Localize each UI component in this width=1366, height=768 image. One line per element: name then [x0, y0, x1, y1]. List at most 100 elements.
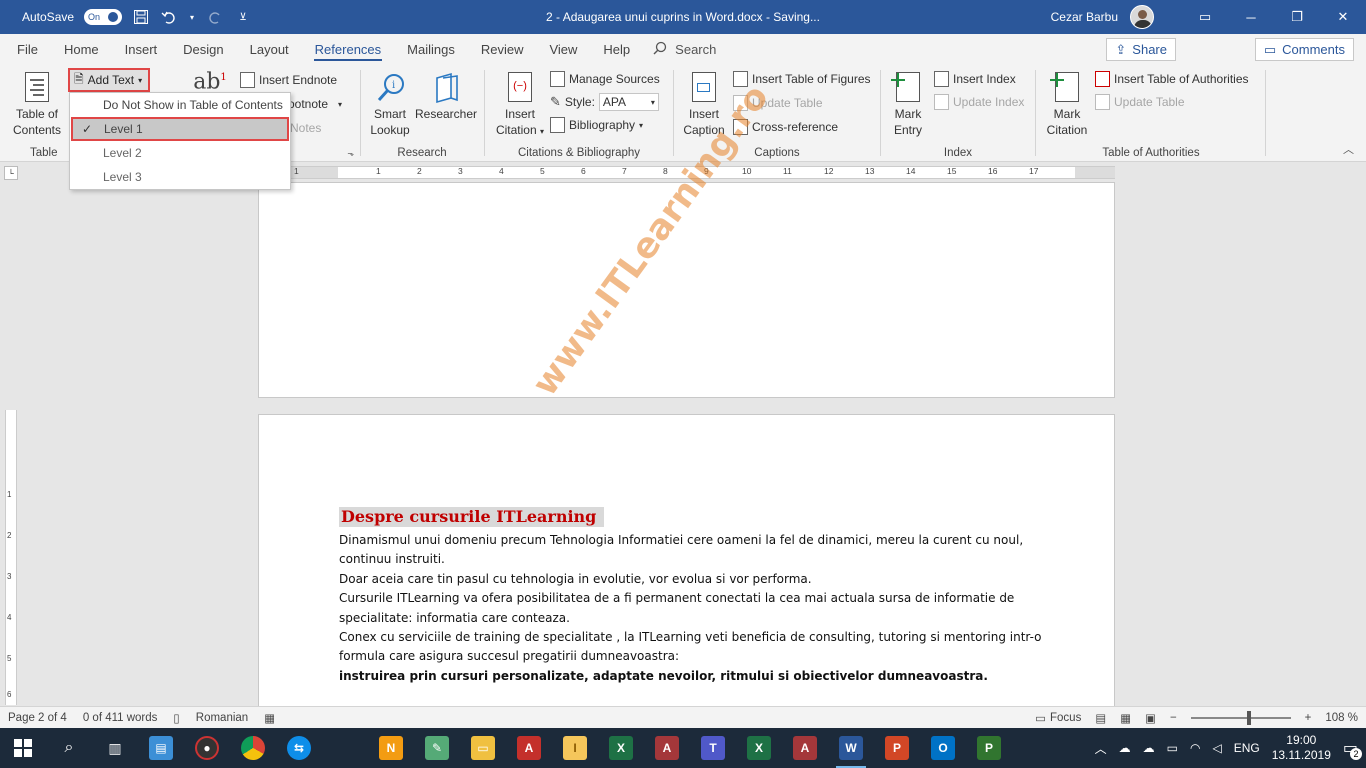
onedrive-icon[interactable]: ☁ — [1119, 741, 1131, 755]
update-table-button[interactable]: Update Table — [733, 93, 823, 113]
paragraph[interactable]: Dinamismul unui domeniu precum Tehnologi… — [339, 531, 1079, 570]
insert-caption-button[interactable]: Insert Caption — [679, 72, 729, 138]
add-text-button[interactable]: 🗎 Add Text ▾ — [68, 68, 150, 92]
vertical-ruler[interactable]: 1 2 3 4 5 6 — [5, 410, 17, 705]
menu-item-level-3[interactable]: Level 3 — [70, 165, 290, 189]
zoom-slider[interactable] — [1190, 711, 1291, 725]
taskbar-app-n-icon[interactable]: N — [368, 728, 414, 768]
outlook-icon[interactable]: O — [920, 728, 966, 768]
chrome-icon[interactable] — [230, 728, 276, 768]
tab-view[interactable]: View — [536, 34, 590, 64]
tab-selector-icon[interactable]: └ — [4, 166, 18, 180]
teams-icon[interactable]: T — [690, 728, 736, 768]
update-authorities-table-button[interactable]: Update Table — [1095, 92, 1185, 112]
project-icon[interactable]: P — [966, 728, 1012, 768]
paragraph-bold[interactable]: instruirea prin cursuri personalizate, a… — [339, 667, 1079, 686]
access-icon[interactable]: A — [782, 728, 828, 768]
tab-file[interactable]: File — [4, 34, 51, 64]
notification-center-icon[interactable]: ▭ 2 — [1343, 738, 1362, 760]
researcher-button[interactable]: Researcher — [414, 72, 478, 122]
close-icon[interactable]: ✕ — [1320, 0, 1366, 34]
read-mode-icon[interactable]: ▤ — [1095, 711, 1106, 725]
avatar[interactable] — [1130, 5, 1154, 29]
customize-qat-icon[interactable]: ⊻ — [234, 8, 252, 26]
update-index-button[interactable]: Update Index — [934, 92, 1024, 112]
menu-item-level-1[interactable]: ✓ Level 1 — [71, 117, 289, 141]
insert-citation-button[interactable]: (−) Insert Citation ▾ — [490, 72, 550, 140]
table-of-contents-button[interactable]: Table of Contents — [8, 72, 66, 138]
tab-home[interactable]: Home — [51, 34, 112, 64]
smart-lookup-button[interactable]: i Smart Lookup — [368, 72, 412, 138]
wifi-icon[interactable]: ◠ — [1190, 741, 1200, 755]
insert-table-of-figures-button[interactable]: Insert Table of Figures — [733, 69, 871, 89]
heading-1[interactable]: Despre cursurile ITLearning — [339, 507, 605, 527]
paragraph[interactable]: Conex cu serviciile de training de speci… — [339, 628, 1079, 667]
tab-references[interactable]: References — [302, 34, 394, 64]
insert-endnote-button[interactable]: Insert Endnote — [240, 70, 337, 90]
horizontal-ruler[interactable]: 1 1 2 3 4 5 6 7 8 9 10 11 12 13 14 15 16… — [258, 166, 1115, 179]
autosave-toggle[interactable]: On — [84, 9, 123, 25]
start-button[interactable] — [0, 728, 46, 768]
undo-icon[interactable] — [160, 8, 178, 26]
mark-entry-button[interactable]: Mark Entry — [886, 72, 930, 138]
minimize-icon[interactable]: ─ — [1228, 0, 1274, 34]
excel-icon[interactable]: X — [736, 728, 782, 768]
paragraph[interactable]: Cursurile ITLearning va ofera posibilita… — [339, 589, 1079, 628]
zoom-in-icon[interactable]: + — [1305, 712, 1312, 724]
next-footnote-button[interactable]: ootnote ▾ — [288, 94, 342, 114]
insert-table-of-authorities-button[interactable]: Insert Table of Authorities — [1095, 69, 1249, 89]
insert-index-button[interactable]: Insert Index — [934, 69, 1016, 89]
accessibility-icon[interactable]: ▦ — [264, 711, 275, 725]
word-icon[interactable]: W — [828, 728, 874, 768]
chevron-up-icon[interactable]: ︿ — [1095, 740, 1107, 757]
tell-me-search[interactable]: Search — [653, 41, 716, 58]
cloud-icon[interactable]: ☁ — [1143, 741, 1155, 755]
bibliography-button[interactable]: Bibliography ▾ — [550, 115, 643, 135]
battery-icon[interactable]: ▭ — [1167, 741, 1178, 755]
taskbar-app-i-icon[interactable]: I — [552, 728, 598, 768]
ribbon-display-options-icon[interactable]: ▭ — [1182, 0, 1228, 34]
powerpoint-icon[interactable]: P — [874, 728, 920, 768]
taskbar-app-recorder-icon[interactable]: ● — [184, 728, 230, 768]
style-dropdown[interactable]: APA ▾ — [598, 93, 659, 111]
print-layout-icon[interactable]: ▦ — [1120, 711, 1131, 725]
collapse-ribbon-icon[interactable]: ︿ — [1343, 141, 1354, 157]
tab-help[interactable]: Help — [590, 34, 643, 64]
save-icon[interactable] — [132, 8, 150, 26]
input-language[interactable]: ENG — [1234, 741, 1260, 755]
restore-icon[interactable]: ❐ — [1274, 0, 1320, 34]
insert-footnote-button[interactable]: ab1 — [190, 70, 230, 93]
paint-icon[interactable]: ✎ — [414, 728, 460, 768]
show-notes-button[interactable]: Notes — [290, 118, 321, 138]
paragraph[interactable]: Doar aceia care tin pasul cu tehnologia … — [339, 570, 1079, 589]
share-button[interactable]: ⇪ Share — [1106, 38, 1176, 61]
focus-button[interactable]: ▭ Focus — [1035, 711, 1081, 725]
task-view-icon[interactable]: ▥ — [92, 728, 138, 768]
user-name[interactable]: Cezar Barbu — [1051, 10, 1118, 24]
dialog-launcher-icon[interactable]: ⬎ — [347, 149, 354, 158]
chevron-down-icon[interactable]: ▾ — [188, 8, 196, 26]
search-icon[interactable]: ⌕ — [46, 728, 92, 768]
tab-insert[interactable]: Insert — [112, 34, 171, 64]
word-count[interactable]: 0 of 411 words — [83, 712, 158, 724]
menu-item-level-2[interactable]: Level 2 — [70, 141, 290, 165]
zoom-out-icon[interactable]: − — [1170, 712, 1177, 724]
taskbar-app-explorer-icon[interactable]: ▤ — [138, 728, 184, 768]
tab-design[interactable]: Design — [170, 34, 236, 64]
teamviewer-icon[interactable]: ⇆ — [276, 728, 322, 768]
language[interactable]: Romanian — [196, 712, 248, 724]
web-layout-icon[interactable]: ▣ — [1145, 711, 1156, 725]
volume-icon[interactable]: ◁ — [1212, 741, 1221, 755]
excel-icon[interactable]: X — [598, 728, 644, 768]
file-explorer-icon[interactable]: ▭ — [460, 728, 506, 768]
redo-icon[interactable] — [206, 8, 224, 26]
acrobat-icon[interactable]: A — [506, 728, 552, 768]
clock[interactable]: 19:00 13.11.2019 — [1272, 733, 1331, 763]
comments-button[interactable]: ▭ Comments — [1254, 38, 1354, 61]
tab-mailings[interactable]: Mailings — [394, 34, 468, 64]
document-page[interactable]: Despre cursurile ITLearning Dinamismul u… — [258, 414, 1115, 714]
proofing-icon[interactable]: ▯ — [173, 711, 179, 725]
cross-reference-button[interactable]: Cross-reference — [733, 117, 838, 137]
mark-citation-button[interactable]: Mark Citation — [1041, 72, 1093, 138]
page-count[interactable]: Page 2 of 4 — [8, 712, 67, 724]
